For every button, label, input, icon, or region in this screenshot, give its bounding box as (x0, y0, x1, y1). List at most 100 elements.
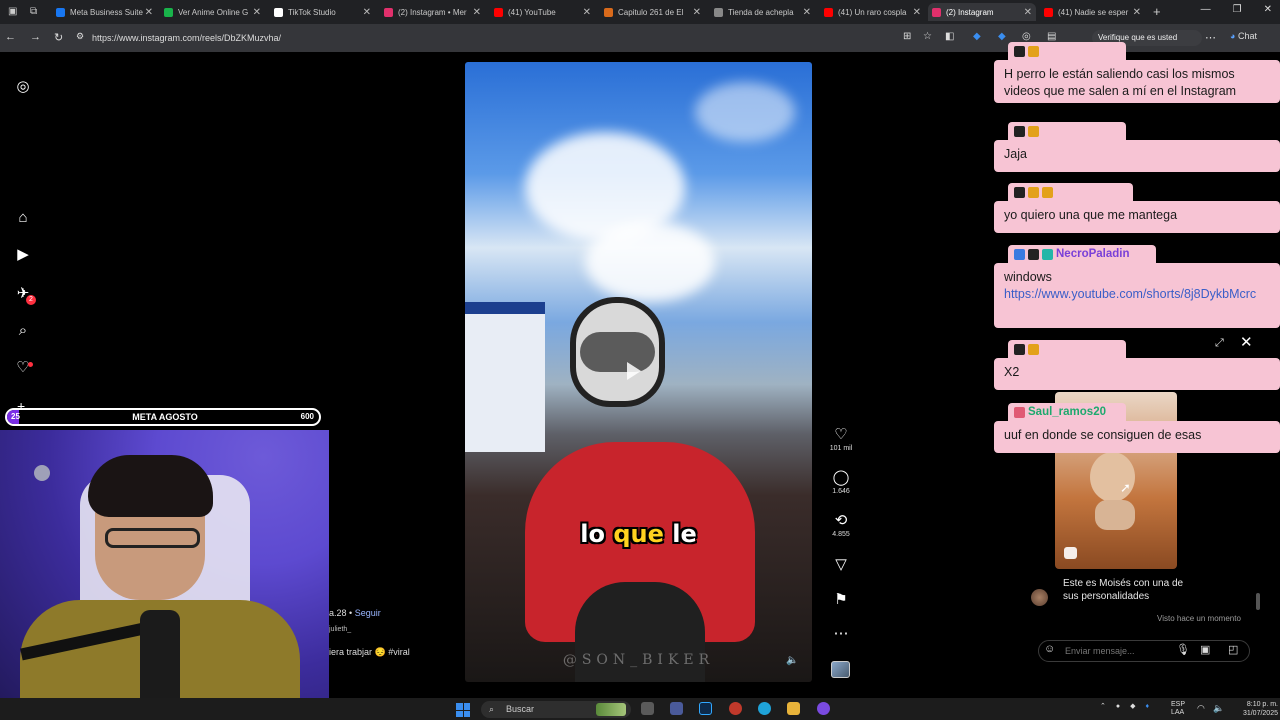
language-indicator[interactable]: ESP LAA (1171, 701, 1185, 717)
tab-youtube[interactable]: (41) YouTube ✕ (490, 3, 595, 21)
back-icon[interactable]: ← (5, 31, 16, 43)
close-tab-icon[interactable]: ✕ (803, 7, 811, 18)
tab-meta-business[interactable]: Meta Business Suite ✕ (52, 3, 157, 21)
extension-icon[interactable]: ◆ (998, 31, 1006, 42)
search-icon[interactable]: ⌕ (14, 322, 32, 340)
browser-menu-icon[interactable]: ▣ (8, 6, 17, 17)
tray-app-icon[interactable]: ♦ (1146, 703, 1150, 710)
minimize-icon[interactable]: — (1201, 4, 1211, 15)
tab-instagram-active[interactable]: (2) Instagram ✕ (928, 3, 1036, 21)
chat-username: Saul_ramos20 (1008, 403, 1126, 421)
workspaces-icon[interactable]: ⧉ (30, 6, 37, 17)
tab-label: (2) Instagram • Mer (398, 7, 467, 17)
taskbar-clock[interactable]: 8:10 p. m. 31/07/2025 (1240, 700, 1278, 718)
dm-seen-status: Visto hace un momento (1157, 614, 1241, 623)
close-tab-icon[interactable]: ✕ (1133, 7, 1141, 18)
file-explorer-icon[interactable] (787, 702, 800, 715)
chat-message-link[interactable]: https://www.youtube.com/shorts/8j8DykbMc… (1004, 287, 1256, 301)
bookmark-star-icon[interactable]: ☆ (923, 31, 932, 42)
close-tab-icon[interactable]: ✕ (145, 7, 153, 18)
tab-capitulo[interactable]: Capitulo 261 de El ✕ (600, 3, 705, 21)
badge-icon (1014, 406, 1025, 418)
windows-start-icon[interactable] (456, 703, 470, 717)
audio-thumbnail[interactable] (831, 661, 850, 678)
close-window-icon[interactable]: ✕ (1264, 4, 1272, 15)
tray-app-icon[interactable]: ● (1116, 703, 1120, 710)
sticker-icon[interactable]: ◰ (1228, 643, 1238, 656)
reels-icon[interactable]: ▶ (14, 246, 32, 264)
voice-mic-icon[interactable]: 🎙 (1176, 643, 1190, 656)
goal-label: META AGOSTO (132, 412, 198, 422)
follow-button[interactable]: Seguir (355, 608, 381, 618)
close-icon[interactable]: ✕ (1240, 333, 1253, 351)
url-field[interactable]: https://www.instagram.com/reels/DbZKMuzv… (84, 30, 914, 47)
play-icon[interactable] (627, 362, 641, 380)
thumbnail-hands-graphic (1095, 500, 1135, 530)
tray-chevron-icon[interactable]: ⌃ (1100, 702, 1106, 710)
comment-button[interactable]: ◯ 1.646 (826, 468, 856, 495)
close-tab-icon[interactable]: ✕ (473, 7, 481, 18)
close-tab-icon[interactable]: ✕ (693, 7, 701, 18)
visor-graphic (580, 332, 655, 372)
tab-nadie[interactable]: (41) Nadie se esper ✕ (1040, 3, 1145, 21)
discord-icon[interactable] (817, 702, 830, 715)
save-button[interactable]: ⚑ (826, 590, 856, 608)
tray-app-icon[interactable]: ◆ (1130, 702, 1135, 710)
dm-message-text: Este es Moisés con una de sus personalid… (1063, 578, 1184, 602)
instagram-logo-icon[interactable]: ◎ (14, 78, 32, 96)
wifi-icon[interactable]: ◠ (1197, 703, 1205, 714)
task-view-icon[interactable] (641, 702, 654, 715)
more-options-button[interactable]: ⋯ (826, 624, 856, 642)
tab-bar: ▣ ⧉ Meta Business Suite ✕ Ver Anime Onlin… (0, 0, 1280, 24)
comment-count: 1.646 (832, 488, 850, 495)
copilot-icon: ◕ (1230, 31, 1236, 41)
caption-highlight-word: que (613, 520, 664, 548)
emoji-icon[interactable]: ☺ (1044, 643, 1055, 655)
chat-message-text: X2 (1004, 365, 1020, 379)
home-icon[interactable]: ⌂ (14, 209, 32, 227)
expand-icon[interactable]: ⤢ (1215, 337, 1224, 350)
tab-instagram-mer[interactable]: (2) Instagram • Mer ✕ (380, 3, 485, 21)
tab-anime[interactable]: Ver Anime Online G ✕ (160, 3, 265, 21)
tab-raro-cosplay[interactable]: (41) Un raro cospla ✕ (820, 3, 925, 21)
tab-tienda[interactable]: Tienda de achepla ✕ (710, 3, 815, 21)
speaker-icon[interactable]: 🔈 (1213, 703, 1224, 714)
install-app-icon[interactable]: ⊞ (903, 31, 911, 42)
like-button[interactable]: ♡ 101 mil (826, 425, 856, 452)
meta-icon (56, 7, 65, 17)
app-icon[interactable] (670, 702, 683, 715)
repost-button[interactable]: ⟲ 4.855 (826, 511, 856, 538)
badge-icon (1028, 45, 1039, 57)
close-tab-icon[interactable]: ✕ (363, 7, 371, 18)
reload-icon[interactable]: ↻ (54, 31, 63, 44)
building-graphic (465, 302, 545, 452)
image-icon[interactable]: ▣ (1200, 643, 1210, 656)
extension-icon[interactable]: ◎ (1022, 31, 1031, 42)
goal-progress-bar: META AGOSTO 25 600 (5, 408, 321, 426)
close-tab-icon[interactable]: ✕ (1024, 7, 1032, 18)
dm-scrollbar[interactable] (1256, 593, 1260, 610)
dm-message-input[interactable] (1065, 644, 1165, 658)
site-info-icon[interactable]: ⚙ (76, 31, 84, 42)
avatar[interactable] (1031, 589, 1048, 606)
new-tab-icon[interactable]: + (1153, 4, 1161, 19)
edge-icon[interactable] (758, 702, 771, 715)
close-tab-icon[interactable]: ✕ (583, 7, 591, 18)
weather-widget-icon[interactable] (596, 703, 626, 716)
copilot-chat-button[interactable]: ◕ Chat (1230, 31, 1257, 41)
extension-icon[interactable]: ▤ (1047, 31, 1056, 42)
forward-icon[interactable]: → (30, 31, 41, 43)
chat-username (1008, 42, 1126, 60)
extension-icon[interactable]: ◧ (945, 31, 954, 42)
maximize-icon[interactable]: ❐ (1233, 4, 1242, 15)
close-tab-icon[interactable]: ✕ (253, 7, 261, 18)
share-button[interactable]: ▽ (826, 555, 856, 573)
close-tab-icon[interactable]: ✕ (913, 7, 921, 18)
obs-icon[interactable] (729, 702, 742, 715)
photoshop-icon[interactable] (699, 702, 712, 715)
volume-icon[interactable]: 🔈 (786, 655, 798, 666)
author-name[interactable]: a.28 (329, 608, 347, 618)
tab-tiktok[interactable]: TikTok Studio ✕ (270, 3, 375, 21)
more-menu-icon[interactable]: ⋯ (1205, 31, 1216, 44)
extension-icon[interactable]: ◆ (973, 31, 981, 42)
